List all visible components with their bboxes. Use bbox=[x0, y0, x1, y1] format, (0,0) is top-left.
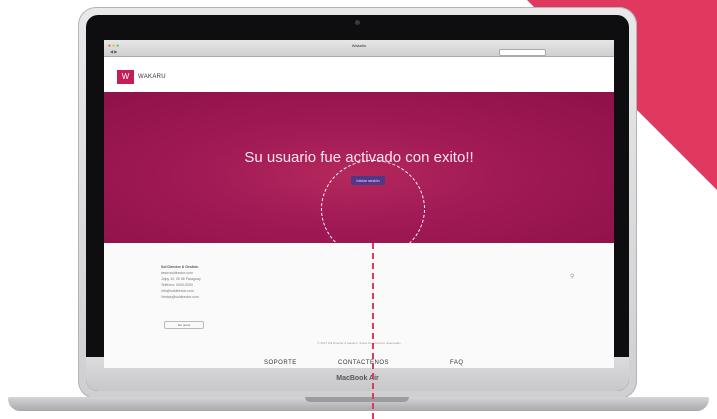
pointer-dashed-line bbox=[372, 243, 374, 419]
footer-nav: SOPORTE CONTACTENOS FAQ bbox=[104, 360, 614, 368]
forward-icon[interactable]: ▶ bbox=[114, 49, 117, 54]
site-header: W WAKARU bbox=[104, 57, 614, 92]
person-icon: ⚲ bbox=[570, 274, 575, 280]
laptop-screen: ●●● Wakariu ◀ ▶ W WAKARU Su usuario fue … bbox=[104, 40, 614, 368]
faq-link[interactable]: FAQ bbox=[450, 360, 464, 366]
browser-toolbar: ●●● Wakariu ◀ ▶ bbox=[104, 40, 614, 57]
browser-title: Wakariu bbox=[351, 43, 367, 48]
copyright-text: © 2017 Sol Director & Gestión. Todos los… bbox=[317, 341, 401, 345]
logo-text[interactable]: WAKARU bbox=[138, 74, 166, 80]
support-link[interactable]: SOPORTE bbox=[264, 360, 297, 366]
contact-info: Sol Director & Gestión www.soldirector.c… bbox=[161, 264, 201, 300]
site-footer: Sol Director & Gestión www.soldirector.c… bbox=[104, 243, 614, 368]
contact-line: Ventas@soldirector.com bbox=[161, 295, 199, 299]
contact-link[interactable]: CONTACTENOS bbox=[338, 360, 389, 366]
camera-icon bbox=[355, 20, 360, 25]
logo-icon[interactable]: W bbox=[117, 70, 134, 84]
laptop-model-label: MacBook Air bbox=[336, 375, 379, 382]
address-bar[interactable] bbox=[499, 49, 546, 56]
laptop-notch bbox=[305, 397, 409, 402]
browser-nav: ◀ ▶ bbox=[110, 49, 117, 54]
facebook-like-button[interactable]: Me gusta bbox=[164, 321, 204, 329]
back-icon[interactable]: ◀ bbox=[110, 49, 113, 54]
